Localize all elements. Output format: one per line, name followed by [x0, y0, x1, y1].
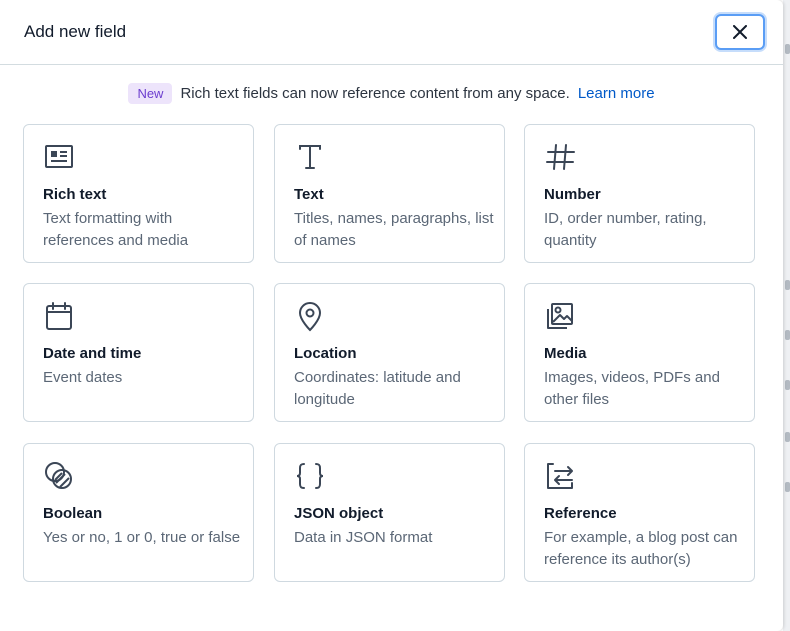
rich-text-icon: [45, 145, 73, 168]
field-type-desc: Text formatting with references and medi…: [43, 210, 189, 249]
field-type-name: Text: [294, 186, 324, 203]
add-field-modal: Add new field New Rich text fields can n…: [0, 0, 783, 631]
field-type-desc: Titles, names, paragraphs, list of names: [294, 210, 494, 249]
reference-icon: [547, 463, 573, 489]
notice-text: Rich text fields can now reference conte…: [180, 85, 570, 102]
media-icon: [547, 303, 573, 329]
field-type-number[interactable]: Number ID, order number, rating, quantit…: [524, 124, 755, 263]
field-type-desc: Yes or no, 1 or 0, true or false: [43, 529, 241, 546]
field-type-rich-text[interactable]: Rich text Text formatting with reference…: [23, 124, 254, 263]
notice-banner: New Rich text fields can now reference c…: [0, 83, 783, 104]
field-type-name: Rich text: [43, 186, 107, 203]
field-type-name: Boolean: [43, 505, 103, 522]
field-type-name: Number: [544, 186, 601, 203]
location-pin-icon: [298, 302, 322, 332]
field-type-name: Date and time: [43, 345, 142, 362]
field-type-json-object[interactable]: JSON object Data in JSON format: [274, 443, 505, 582]
field-type-name: Location: [294, 345, 357, 362]
field-type-name: Reference: [544, 505, 617, 522]
field-type-desc: Coordinates: latitude and longitude: [294, 369, 461, 408]
modal-header: Add new field: [0, 0, 783, 65]
close-button[interactable]: [715, 14, 765, 50]
learn-more-link[interactable]: Learn more: [578, 85, 655, 102]
page-backdrop: [783, 0, 790, 631]
text-icon: [299, 145, 321, 169]
boolean-icon: [45, 462, 72, 489]
new-badge: New: [128, 83, 173, 104]
field-type-desc: ID, order number, rating, quantity: [544, 210, 707, 249]
field-type-boolean[interactable]: Boolean Yes or no, 1 or 0, true or false: [23, 443, 254, 582]
field-type-name: JSON object: [294, 505, 384, 522]
field-type-name: Media: [544, 345, 587, 362]
field-type-date-and-time[interactable]: Date and time Event dates: [23, 283, 254, 422]
field-type-desc: Data in JSON format: [294, 529, 433, 546]
field-type-desc: For example, a blog post can reference i…: [544, 529, 738, 568]
number-icon: [546, 144, 575, 170]
field-type-desc: Event dates: [43, 369, 123, 386]
field-type-media[interactable]: Media Images, videos, PDFs and other fil…: [524, 283, 755, 422]
calendar-icon: [46, 302, 72, 330]
close-icon: [733, 25, 747, 39]
field-type-text[interactable]: Text Titles, names, paragraphs, list of …: [274, 124, 505, 263]
json-icon: [296, 463, 324, 489]
modal-title: Add new field: [24, 22, 127, 41]
field-type-desc: Images, videos, PDFs and other files: [544, 369, 720, 408]
field-type-reference[interactable]: Reference For example, a blog post can r…: [524, 443, 755, 582]
field-type-location[interactable]: Location Coordinates: latitude and longi…: [274, 283, 505, 422]
